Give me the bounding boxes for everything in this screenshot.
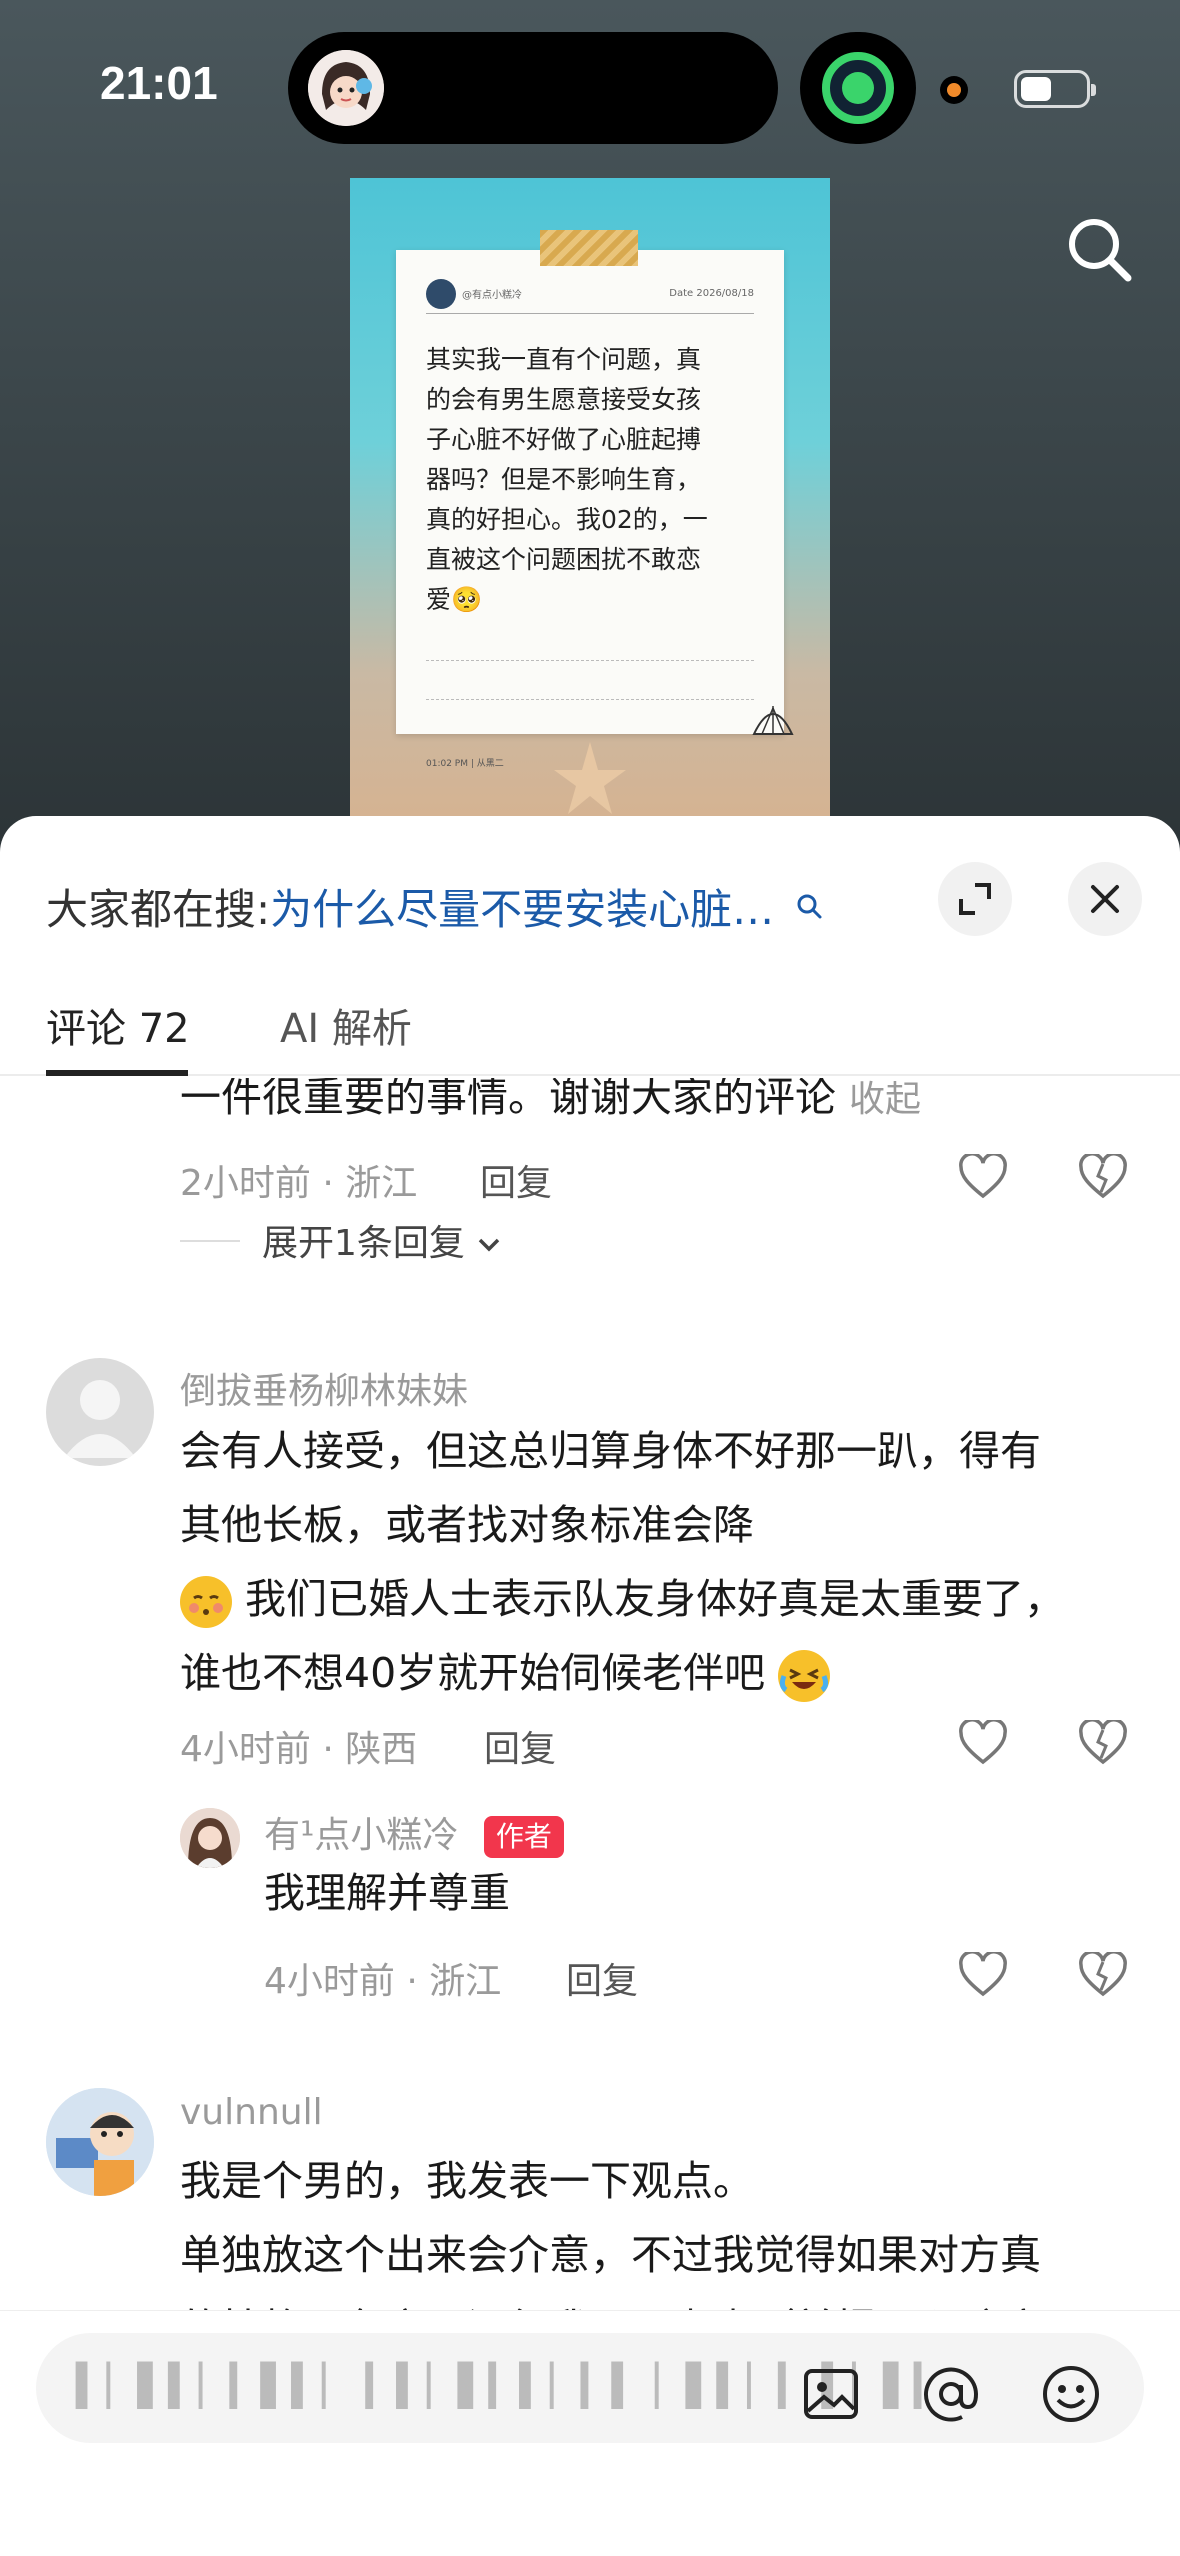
- dislike-icon[interactable]: [1076, 1716, 1130, 1770]
- tab-ai-analysis[interactable]: AI 解析: [280, 996, 412, 1076]
- comment-text: 会有人接受，但这总归算身体不好那一趴，得有: [180, 1427, 1041, 1475]
- note-line: 其实我一直有个问题，真: [426, 345, 702, 374]
- comment-text: 我是个男的，我发表一下观点。: [180, 2157, 754, 2205]
- comment-input[interactable]: ▍▏▌▍▏▎▌▍▏ ▎▍▏▌▎▍▏▎▍ ▏▌▍▏▎ ▍▏▌▎: [36, 2333, 1144, 2443]
- note-line: 的会有男生愿意接受女孩: [426, 385, 702, 414]
- island-avatar: [308, 50, 384, 126]
- comment-text-span: 谁也不想40岁就开始伺候老伴吧: [180, 1649, 766, 1697]
- video-background: 21:01 @有点小糕冷 Date 2026/08/18 其实我一直有个问题，真…: [0, 0, 1180, 860]
- commenter-name[interactable]: vulnnull: [180, 2092, 323, 2133]
- divider: [180, 1240, 240, 1242]
- avatar[interactable]: [46, 2088, 154, 2196]
- author-badge: 作者: [483, 1816, 564, 1858]
- chevron-down-icon: [479, 1238, 500, 1252]
- close-button[interactable]: [1068, 862, 1142, 936]
- comment-text: 谁也不想40岁就开始伺候老伴吧: [180, 1636, 831, 1710]
- laugh-cry-emoji-icon: [778, 1650, 831, 1702]
- note-line: 爱🥺: [426, 585, 483, 614]
- note-line: 真的好担心。我02的，一: [426, 505, 708, 534]
- tab-comments[interactable]: 评论 72: [46, 996, 190, 1076]
- post-image[interactable]: @有点小糕冷 Date 2026/08/18 其实我一直有个问题，真 的会有男生…: [350, 178, 830, 838]
- like-icon[interactable]: [956, 1716, 1010, 1770]
- close-icon: [1091, 885, 1119, 913]
- reply-text: 我理解并尊重: [264, 1869, 510, 1917]
- reply-button[interactable]: 回复: [480, 1154, 552, 1206]
- trending-search[interactable]: 大家都在搜: 为什么尽量不要安装心脏…: [46, 856, 866, 956]
- comment-text: 我们已婚人士表示队友身体好真是太重要了，: [180, 1562, 1065, 1636]
- shy-emoji-icon: [180, 1576, 232, 1628]
- dislike-icon[interactable]: [1076, 1150, 1130, 1204]
- note-line: 直被这个问题困扰不敢恋: [426, 545, 702, 574]
- tape-decoration: [540, 230, 638, 266]
- reply-button[interactable]: 回复: [484, 1720, 556, 1772]
- note-paper: @有点小糕冷 Date 2026/08/18 其实我一直有个问题，真 的会有男生…: [396, 250, 794, 769]
- collapse-link[interactable]: 收起: [849, 1079, 921, 1120]
- note-line: 子心脏不好做了心脏起搏: [426, 425, 702, 454]
- note-date: Date 2026/08/18: [669, 288, 754, 299]
- image-icon[interactable]: [800, 2363, 862, 2425]
- search-icon[interactable]: [1060, 210, 1140, 290]
- note-line: 器吗？但是不影响生育，: [426, 465, 702, 494]
- tab-bar: 评论 72 AI 解析: [0, 976, 1180, 1076]
- starfish-icon: [550, 738, 630, 822]
- note-blank-lines: [426, 660, 754, 700]
- trending-query[interactable]: 为什么尽量不要安装心脏…: [270, 876, 774, 937]
- commenter-name[interactable]: 倒拔垂杨柳林妹妹: [180, 1362, 468, 1414]
- at-icon[interactable]: [920, 2363, 982, 2425]
- commenter-name[interactable]: 有¹点小糕冷: [264, 1815, 458, 1856]
- comment-meta: 2小时前 · 浙江: [180, 1163, 418, 1204]
- activity-badge: [800, 32, 916, 144]
- like-icon[interactable]: [956, 1948, 1010, 2002]
- trending-prefix: 大家都在搜:: [46, 884, 271, 934]
- tab-underline: [46, 1070, 188, 1076]
- note-header: @有点小糕冷 Date 2026/08/18: [426, 274, 754, 314]
- expand-button[interactable]: [938, 862, 1012, 936]
- comments-sheet: 大家都在搜: 为什么尽量不要安装心脏… 评论 72 AI 解析 一件很重要的事情…: [0, 816, 1180, 2556]
- comment-text: 其他长板，或者找对象标准会降: [180, 1501, 754, 1549]
- search-icon[interactable]: [794, 882, 824, 931]
- note-body: 其实我一直有个问题，真 的会有男生愿意接受女孩 子心脏不好做了心脏起搏 器吗？但…: [426, 340, 760, 620]
- dislike-icon[interactable]: [1076, 1948, 1130, 2002]
- comment-meta: 4小时前 · 陕西: [180, 1729, 418, 1770]
- avatar[interactable]: [46, 1358, 154, 1466]
- comment-list: 一件很重要的事情。谢谢大家的评论 收起 2小时前 · 浙江 回复 展开1条回复 …: [0, 1078, 1180, 2318]
- note-handle: @有点小糕冷: [462, 290, 522, 301]
- comment-meta: 4小时前 · 浙江: [264, 1961, 502, 2002]
- tab-ai-label: AI 解析: [280, 1006, 412, 1052]
- comment-input-bar: ▍▏▌▍▏▎▌▍▏ ▎▍▏▌▎▍▏▎▍ ▏▌▍▏▎ ▍▏▌▎: [0, 2310, 1180, 2556]
- note-footer: 01:02 PM | 从黑二: [426, 759, 504, 769]
- expand-icon: [959, 883, 991, 915]
- avatar[interactable]: [180, 1808, 240, 1868]
- battery-icon: [1014, 70, 1096, 108]
- shell-icon: [750, 700, 796, 744]
- expand-replies-button[interactable]: 展开1条回复: [262, 1214, 502, 1266]
- note-avatar: [426, 278, 456, 309]
- dynamic-island: [288, 32, 778, 144]
- comment-text: 一件很重要的事情。谢谢大家的评论 收起: [180, 1078, 921, 1137]
- comment-text: 单独放这个出来会介意，不过我觉得如果对方真: [180, 2231, 1041, 2279]
- comment-text-span: 一件很重要的事情。谢谢大家的评论: [180, 1078, 836, 1121]
- recording-indicator: [940, 76, 968, 104]
- reply-button[interactable]: 回复: [566, 1952, 638, 2004]
- tab-comments-label: 评论 72: [46, 1006, 190, 1052]
- like-icon[interactable]: [956, 1150, 1010, 1204]
- reply-author-row: 有¹点小糕冷 作者: [264, 1806, 564, 1858]
- status-time: 21:01: [100, 57, 218, 109]
- emoji-icon[interactable]: [1040, 2363, 1102, 2425]
- comment-text-span: 我们已婚人士表示队友身体好真是太重要了，: [245, 1575, 1066, 1623]
- expand-replies-label: 展开1条回复: [262, 1223, 465, 1264]
